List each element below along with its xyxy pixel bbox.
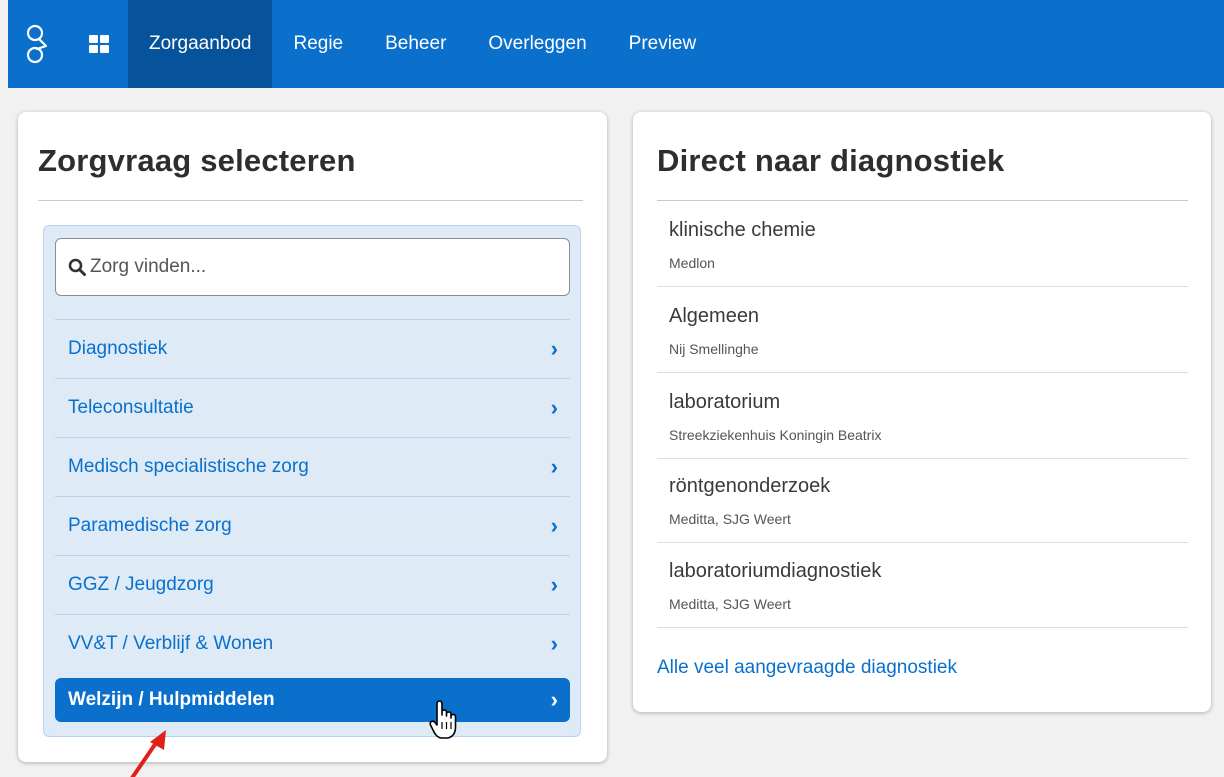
nav-item-beheer[interactable]: Beheer xyxy=(364,0,467,88)
nav-item-preview[interactable]: Preview xyxy=(608,0,718,88)
chevron-right-icon: › xyxy=(550,572,558,597)
diagnostiek-org: Nij Smellinghe xyxy=(669,341,759,357)
diagnostiek-item[interactable]: laboratoriumdiagnostiek Meditta, SJG Wee… xyxy=(657,542,1188,628)
category-item-welzijn-hulpmiddelen[interactable]: Welzijn / Hulpmiddelen › xyxy=(55,678,570,722)
search-field[interactable] xyxy=(55,238,570,296)
diagnostiek-org: Meditta, SJG Weert xyxy=(669,511,791,527)
chevron-right-icon: › xyxy=(550,454,558,479)
diagnostiek-name: Algemeen xyxy=(669,305,760,327)
all-diagnostiek-link[interactable]: Alle veel aangevraagde diagnostiek xyxy=(657,657,957,679)
category-label: VV&T / Verblijf & Wonen xyxy=(68,633,274,654)
diagnostiek-panel: Direct naar diagnostiek klinische chemie… xyxy=(633,112,1211,712)
panel-title: Zorgvraag selecteren xyxy=(38,143,356,178)
chevron-right-icon: › xyxy=(550,336,558,361)
app-logo-icon[interactable] xyxy=(8,0,70,88)
diagnostiek-name: klinische chemie xyxy=(669,219,816,241)
grid-icon[interactable] xyxy=(70,0,128,88)
category-label: Diagnostiek xyxy=(68,338,168,359)
diagnostiek-item[interactable]: Algemeen Nij Smellinghe xyxy=(657,287,1188,373)
divider xyxy=(38,200,583,201)
chevron-right-icon: › xyxy=(550,395,558,420)
top-navbar: Zorgaanbod Regie Beheer Overleggen Previ… xyxy=(8,0,1224,88)
category-list: Diagnostiek › Teleconsultatie › Medisch … xyxy=(43,225,581,737)
category-item-paramedische-zorg[interactable]: Paramedische zorg › xyxy=(55,496,570,555)
category-item-ggz-jeugdzorg[interactable]: GGZ / Jeugdzorg › xyxy=(55,555,570,614)
nav-item-overleggen[interactable]: Overleggen xyxy=(467,0,607,88)
search-input[interactable] xyxy=(90,256,550,278)
diagnostiek-name: laboratoriumdiagnostiek xyxy=(669,560,882,582)
diagnostiek-name: laboratorium xyxy=(669,391,781,413)
chevron-right-icon: › xyxy=(550,513,558,538)
diagnostiek-item[interactable]: laboratorium Streekziekenhuis Koningin B… xyxy=(657,373,1188,459)
chevron-right-icon: › xyxy=(550,631,558,656)
category-label: GGZ / Jeugdzorg xyxy=(68,574,214,595)
category-label: Medisch specialistische zorg xyxy=(68,456,309,477)
category-label: Teleconsultatie xyxy=(68,397,194,418)
category-label: Welzijn / Hulpmiddelen xyxy=(68,689,275,710)
diagnostiek-name: röntgenonderzoek xyxy=(669,475,831,497)
diagnostiek-org: Streekziekenhuis Koningin Beatrix xyxy=(669,427,882,443)
zorgvraag-panel: Zorgvraag selecteren Diagnostiek › Telec… xyxy=(18,112,607,762)
hand-cursor-icon xyxy=(429,700,457,739)
category-item-vvt-verblijf-wonen[interactable]: VV&T / Verblijf & Wonen › xyxy=(55,614,570,673)
category-item-medisch-specialistische-zorg[interactable]: Medisch specialistische zorg › xyxy=(55,437,570,496)
panel-title: Direct naar diagnostiek xyxy=(657,143,1005,178)
category-item-teleconsultatie[interactable]: Teleconsultatie › xyxy=(55,378,570,437)
nav-item-zorgaanbod[interactable]: Zorgaanbod xyxy=(128,0,273,88)
diagnostiek-org: Medlon xyxy=(669,255,715,271)
category-item-diagnostiek[interactable]: Diagnostiek › xyxy=(55,319,570,378)
chevron-right-icon: › xyxy=(550,687,558,712)
search-icon xyxy=(68,258,86,276)
annotation-arrow-icon xyxy=(130,730,166,777)
diagnostiek-item[interactable]: röntgenonderzoek Meditta, SJG Weert xyxy=(657,457,1188,543)
category-label: Paramedische zorg xyxy=(68,515,232,536)
diagnostiek-org: Meditta, SJG Weert xyxy=(669,596,791,612)
diagnostiek-item[interactable]: klinische chemie Medlon xyxy=(657,201,1188,287)
nav-item-regie[interactable]: Regie xyxy=(272,0,364,88)
